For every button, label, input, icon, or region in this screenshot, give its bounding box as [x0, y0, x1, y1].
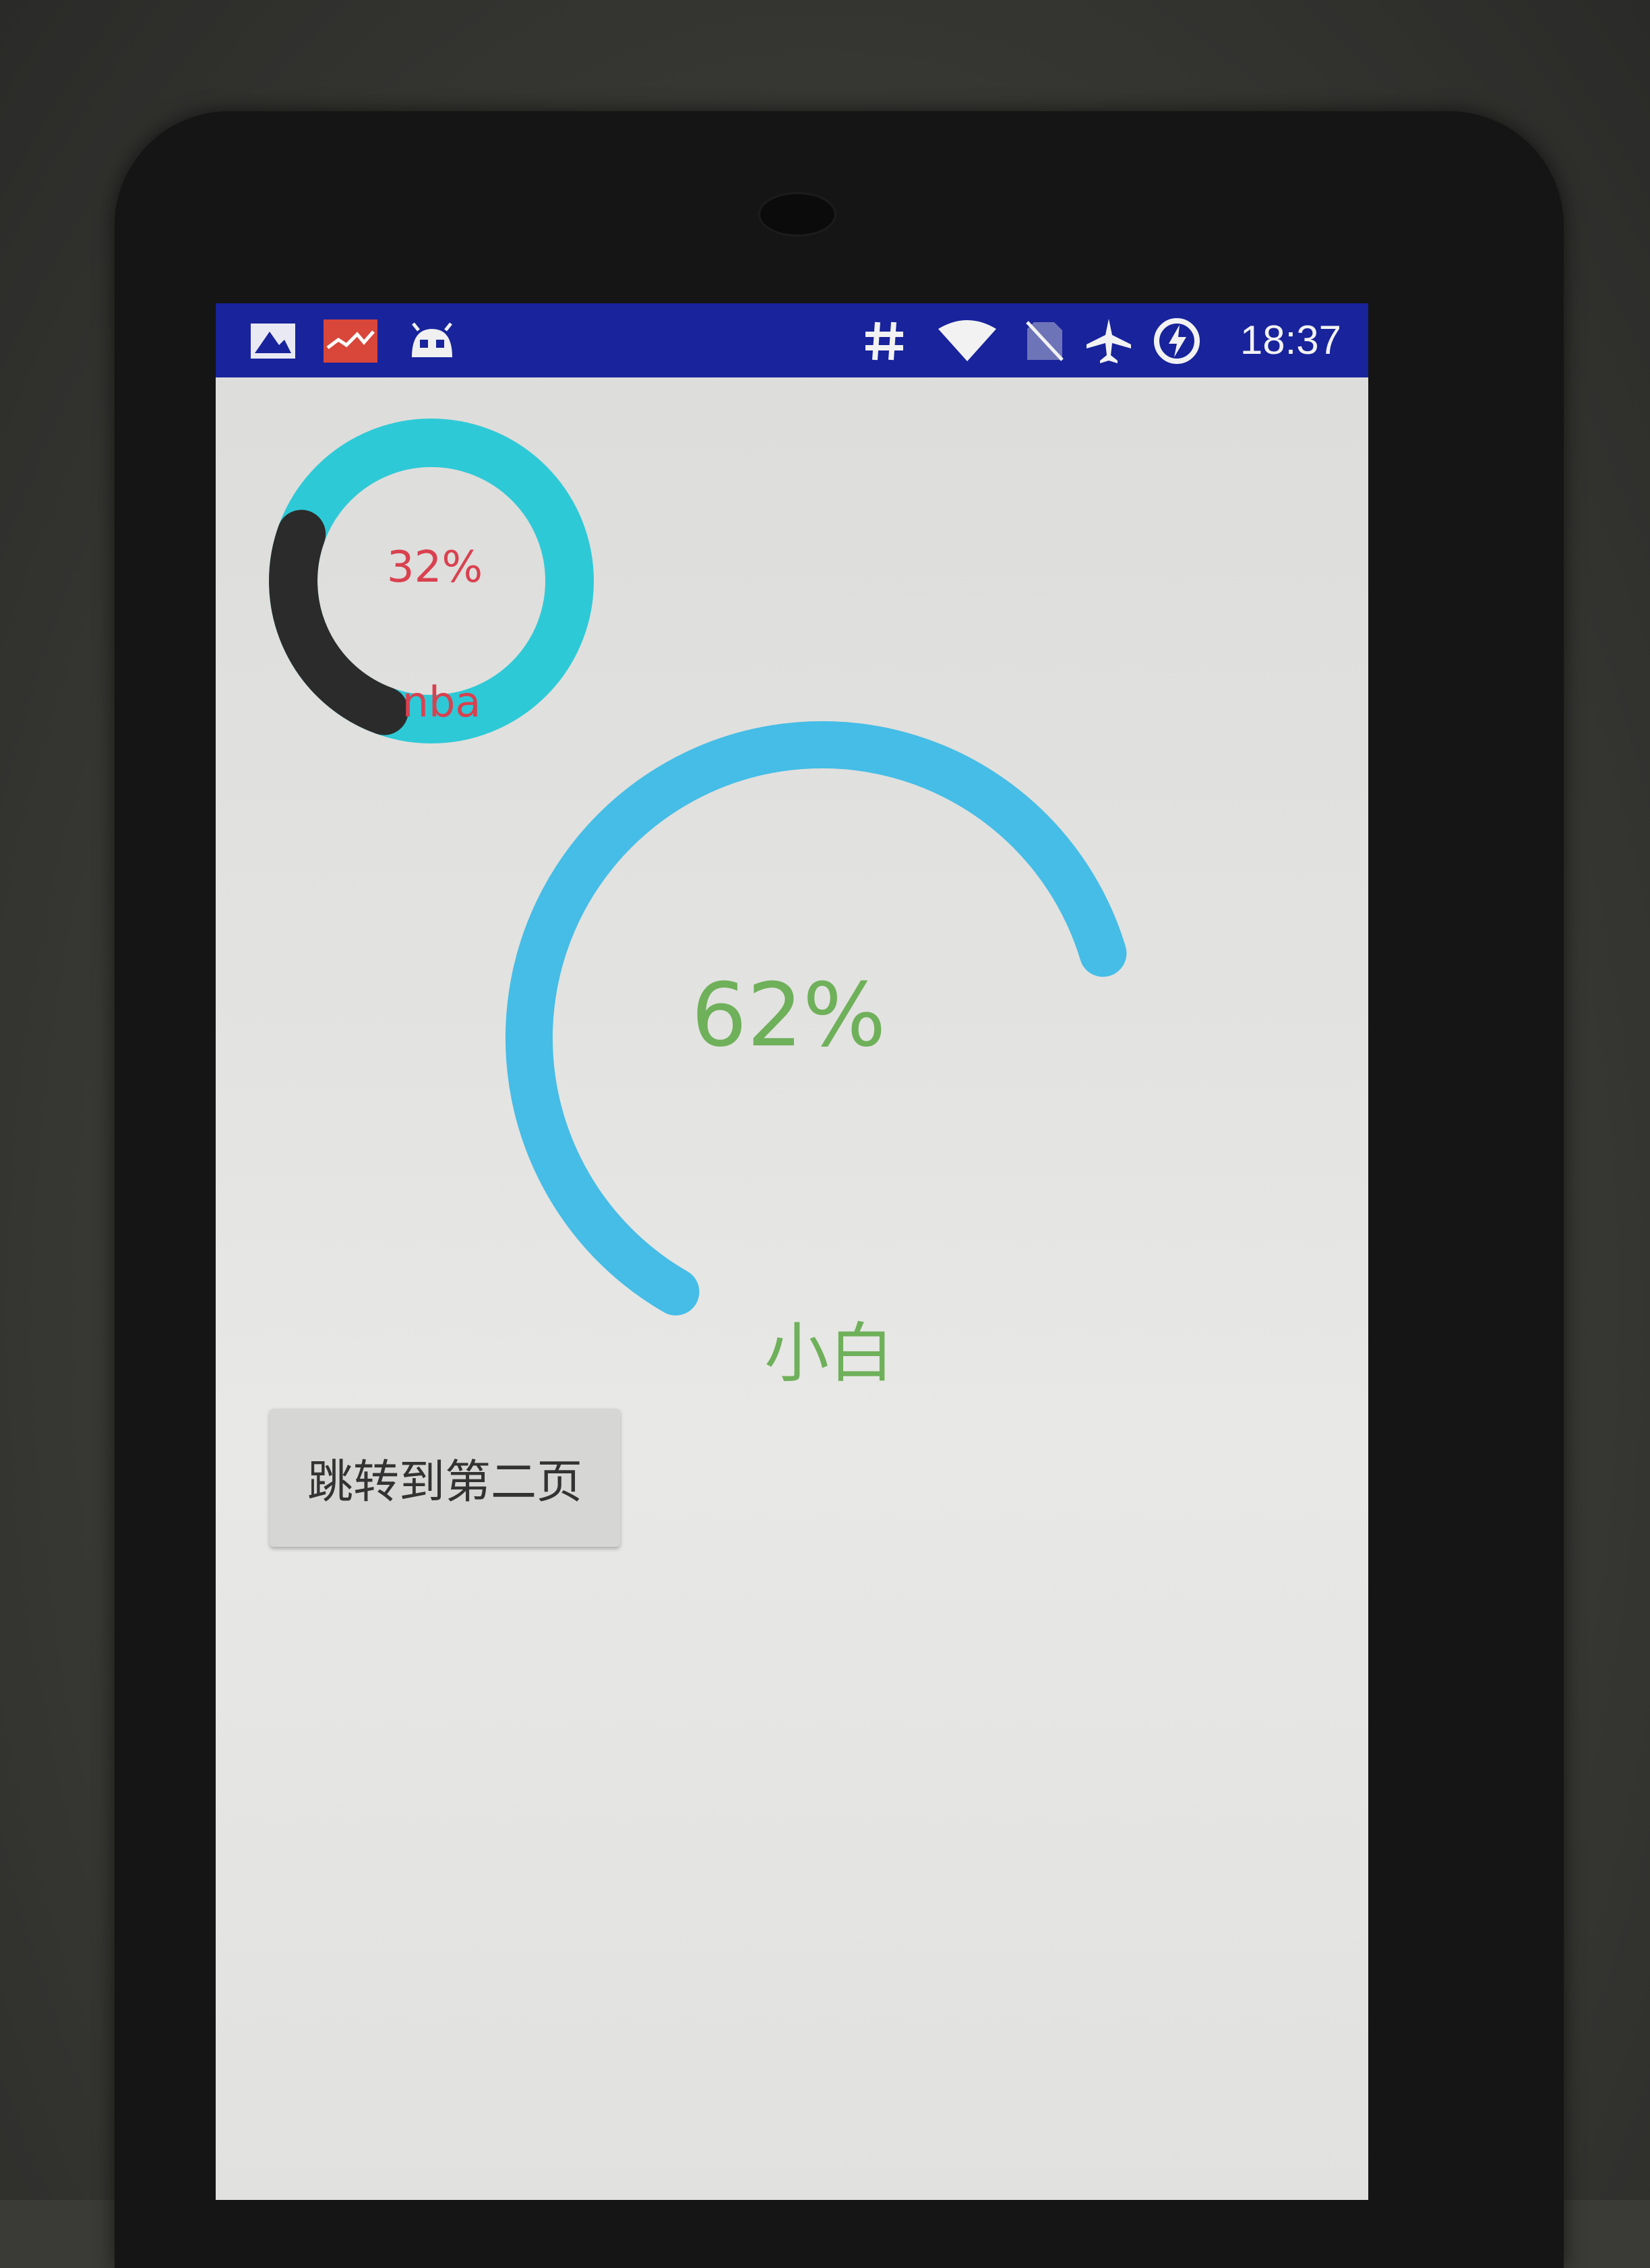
large-arc-caption: 小白: [764, 1316, 894, 1391]
large-arc-progress: [505, 721, 1127, 1316]
phone-earpiece: [758, 192, 836, 237]
app-screen: 18:37 32% nba 62% 小白 跳转到第二页: [216, 303, 1368, 2200]
large-arc-percent-label: 62%: [691, 964, 886, 1066]
jump-to-second-page-button[interactable]: 跳转到第二页: [270, 1409, 620, 1547]
